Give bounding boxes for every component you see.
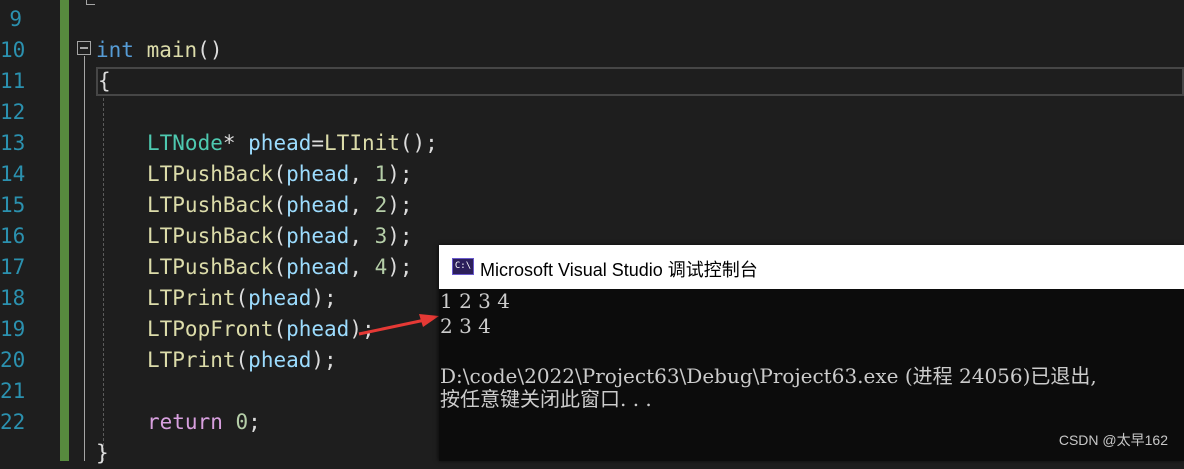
line-number: 21 [0,379,26,403]
line-number: 15 [0,193,26,217]
line-number: 16 [0,224,26,248]
debug-console-window[interactable]: C:\ Microsoft Visual Studio 调试控制台 1 2 3 … [439,245,1184,461]
annotation-arrow [358,314,439,336]
punctuation: () [197,38,223,62]
code-line-init[interactable]: LTNode* phead=LTInit(); [147,128,438,159]
variable-phead: phead [248,286,312,310]
number-literal: 3 [374,224,388,248]
function-ltprint: LTPrint [147,348,236,372]
code-line-print[interactable]: LTPrint(phead); [147,345,337,376]
line-number: 11 [0,69,26,93]
code-line-pushback[interactable]: LTPushBack(phead, 1); [147,159,413,190]
change-indicator-bar [60,0,69,461]
variable-phead: phead [248,131,312,155]
function-ltpushback: LTPushBack [147,255,274,279]
console-title: Microsoft Visual Studio 调试控制台 [480,260,758,280]
indent-guide [103,98,104,461]
keyword-return: return [147,410,223,434]
line-number: 9 [9,7,22,31]
code-line-main[interactable]: int main() [96,35,222,66]
function-main: main [146,38,198,62]
console-output-line: 按任意键关闭此窗口. . . [440,387,652,411]
function-ltpopfront: LTPopFront [147,317,274,341]
line-number: 13 [0,131,26,155]
line-number: 14 [0,162,26,186]
fold-end-marker [86,0,95,5]
punctuation: = [311,131,325,155]
line-number: 12 [0,100,26,124]
function-ltprint: LTPrint [147,286,236,310]
line-number: 10 [0,38,26,62]
function-ltpushback: LTPushBack [147,162,274,186]
current-line-highlight [96,67,1184,96]
line-number: 18 [0,286,26,310]
code-line-close-brace[interactable]: } [96,438,109,469]
code-line-pushback[interactable]: LTPushBack(phead, 2); [147,190,413,221]
number-literal: 0 [235,410,249,434]
function-ltpushback: LTPushBack [147,193,274,217]
console-output-line: 2 3 4 [440,314,491,338]
keyword-int: int [96,38,134,62]
code-line-print[interactable]: LTPrint(phead); [147,283,337,314]
number-literal: 1 [374,162,388,186]
variable-phead: phead [286,224,350,248]
punctuation: * [222,131,249,155]
code-line-popfront[interactable]: LTPopFront(phead); [147,314,375,345]
code-line-pushback[interactable]: LTPushBack(phead, 4); [147,252,413,283]
variable-phead: phead [248,348,312,372]
collapse-icon[interactable] [77,41,91,55]
function-ltpushback: LTPushBack [147,224,274,248]
watermark: CSDN @太早162 [1058,432,1168,448]
outline-line [84,56,85,461]
punctuation: (); [399,131,438,155]
punctuation: ; [248,410,261,434]
console-app-icon: C:\ [452,258,474,275]
line-number: 17 [0,255,26,279]
line-number: 20 [0,348,26,372]
code-line-pushback[interactable]: LTPushBack(phead, 3); [147,221,413,252]
number-literal: 4 [374,255,388,279]
code-line-return[interactable]: return 0; [147,407,261,438]
console-output-line: D:\code\2022\Project63\Debug\Project63.e… [440,364,1097,388]
variable-phead: phead [286,193,350,217]
variable-phead: phead [286,317,350,341]
function-ltinit: LTInit [324,131,400,155]
console-title-bar[interactable]: C:\ Microsoft Visual Studio 调试控制台 [439,245,1184,289]
variable-phead: phead [286,255,350,279]
type-ltnode: LTNode [147,131,223,155]
line-number: 22 [0,410,26,434]
console-output-line: 1 2 3 4 [440,289,510,313]
code-line-open-brace[interactable]: { [98,66,111,97]
number-literal: 2 [374,193,388,217]
line-number: 19 [0,317,26,341]
variable-phead: phead [286,162,350,186]
